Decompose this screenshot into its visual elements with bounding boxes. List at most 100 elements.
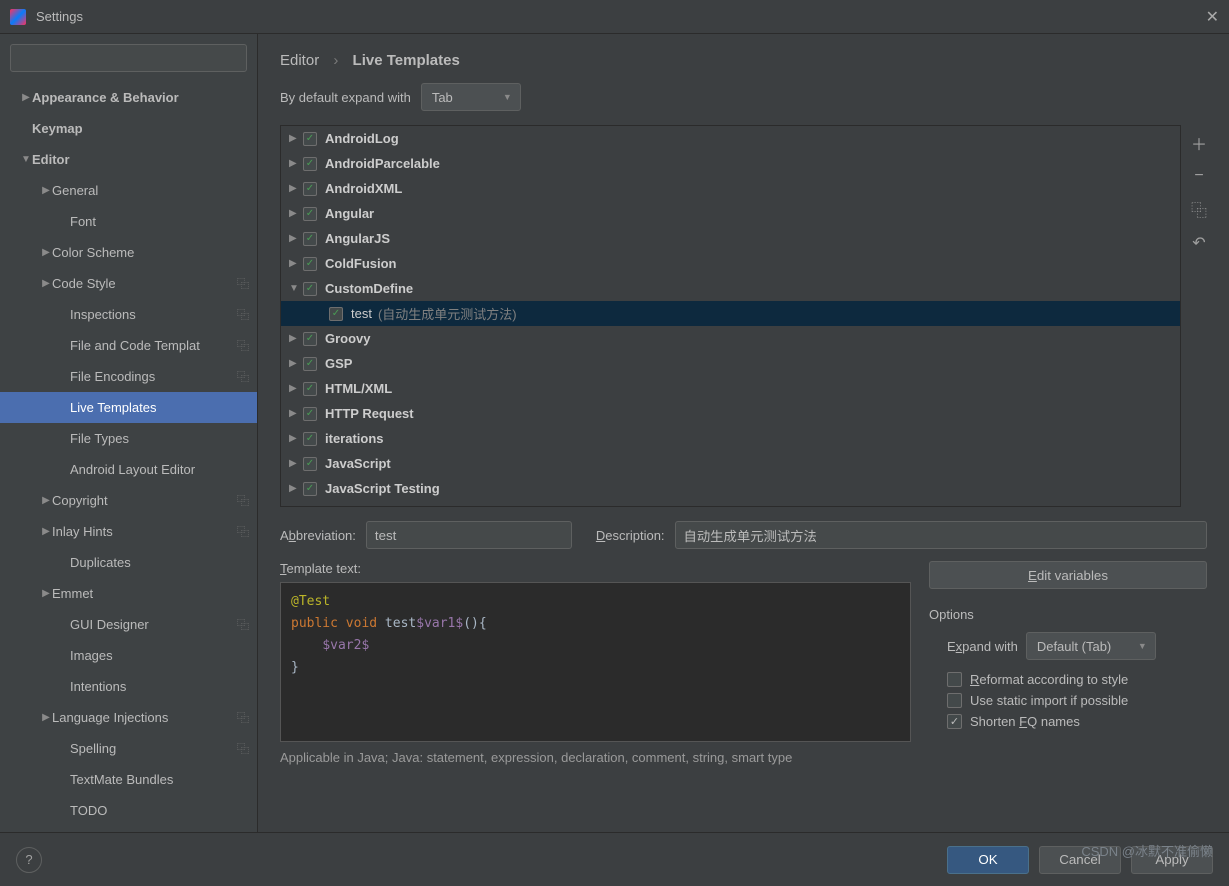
shorten-fq-checkbox[interactable]: ✓ bbox=[947, 714, 962, 729]
sidebar-item-textmate-bundles[interactable]: TextMate Bundles bbox=[0, 764, 257, 795]
template-group-angularjs[interactable]: ▶✓AngularJS bbox=[281, 226, 1180, 251]
template-group-coldfusion[interactable]: ▶✓ColdFusion bbox=[281, 251, 1180, 276]
templates-list[interactable]: ▶✓AndroidLog▶✓AndroidParcelable▶✓Android… bbox=[280, 125, 1181, 507]
scope-icon: ⿻ bbox=[237, 740, 249, 757]
arrow-icon: ▶ bbox=[289, 408, 303, 419]
sidebar-item-file-types[interactable]: File Types bbox=[0, 423, 257, 454]
checkbox[interactable]: ✓ bbox=[303, 257, 317, 271]
template-text-editor[interactable]: @Test public void test$var1$(){ $var2$ } bbox=[280, 582, 911, 742]
sidebar-item-copyright[interactable]: ▶Copyright⿻ bbox=[0, 485, 257, 516]
template-group-javascript[interactable]: ▶✓JavaScript bbox=[281, 451, 1180, 476]
template-group-javascript-testing[interactable]: ▶✓JavaScript Testing bbox=[281, 476, 1180, 501]
checkbox[interactable]: ✓ bbox=[303, 157, 317, 171]
sidebar-item-keymap[interactable]: Keymap bbox=[0, 113, 257, 144]
checkbox[interactable]: ✓ bbox=[303, 432, 317, 446]
template-group-iterations[interactable]: ▶✓iterations bbox=[281, 426, 1180, 451]
app-icon bbox=[10, 9, 26, 25]
template-group-androidlog[interactable]: ▶✓AndroidLog bbox=[281, 126, 1180, 151]
sidebar-item-font[interactable]: Font bbox=[0, 206, 257, 237]
sidebar-item-inspections[interactable]: Inspections⿻ bbox=[0, 299, 257, 330]
sidebar-item-editor[interactable]: ▼Editor bbox=[0, 144, 257, 175]
close-icon[interactable]: ✕ bbox=[1206, 7, 1219, 27]
arrow-icon: ▶ bbox=[289, 333, 303, 344]
template-group-angular[interactable]: ▶✓Angular bbox=[281, 201, 1180, 226]
checkbox[interactable]: ✓ bbox=[303, 232, 317, 246]
copy-icon[interactable]: ⿻ bbox=[1191, 197, 1207, 221]
sidebar-item-file-and-code-templat[interactable]: File and Code Templat⿻ bbox=[0, 330, 257, 361]
checkbox[interactable]: ✓ bbox=[303, 482, 317, 496]
sidebar-item-emmet[interactable]: ▶Emmet bbox=[0, 578, 257, 609]
sidebar-item-images[interactable]: Images bbox=[0, 640, 257, 671]
checkbox[interactable]: ✓ bbox=[303, 407, 317, 421]
chevron-down-icon: ▼ bbox=[503, 92, 512, 102]
applicable-text: Applicable in Java; Java: statement, exp… bbox=[258, 742, 1229, 765]
ok-button[interactable]: OK bbox=[947, 846, 1029, 874]
scope-icon: ⿻ bbox=[237, 523, 249, 540]
reformat-checkbox[interactable] bbox=[947, 672, 962, 687]
apply-button[interactable]: Apply bbox=[1131, 846, 1213, 874]
sidebar-item-appearance-behavior[interactable]: ▶Appearance & Behavior bbox=[0, 82, 257, 113]
scope-icon: ⿻ bbox=[237, 709, 249, 726]
remove-icon[interactable]: − bbox=[1194, 167, 1203, 185]
template-group-http-request[interactable]: ▶✓HTTP Request bbox=[281, 401, 1180, 426]
sidebar-item-code-style[interactable]: ▶Code Style⿻ bbox=[0, 268, 257, 299]
sidebar-item-gui-designer[interactable]: GUI Designer⿻ bbox=[0, 609, 257, 640]
search-input[interactable] bbox=[10, 44, 247, 72]
static-import-checkbox[interactable] bbox=[947, 693, 962, 708]
checkbox[interactable]: ✓ bbox=[329, 307, 343, 321]
arrow-icon: ▶ bbox=[289, 158, 303, 169]
arrow-icon: ▶ bbox=[289, 233, 303, 244]
sidebar-item-intentions[interactable]: Intentions bbox=[0, 671, 257, 702]
arrow-icon: ▶ bbox=[289, 458, 303, 469]
sidebar-item-color-scheme[interactable]: ▶Color Scheme bbox=[0, 237, 257, 268]
sidebar-item-general[interactable]: ▶General bbox=[0, 175, 257, 206]
checkbox[interactable]: ✓ bbox=[303, 382, 317, 396]
cancel-button[interactable]: Cancel bbox=[1039, 846, 1121, 874]
expand-with-combo[interactable]: Default (Tab) ▼ bbox=[1026, 632, 1156, 660]
scope-icon: ⿻ bbox=[237, 368, 249, 385]
template-group-groovy[interactable]: ▶✓Groovy bbox=[281, 326, 1180, 351]
sidebar-item-live-templates[interactable]: Live Templates bbox=[0, 392, 257, 423]
settings-tree[interactable]: ▶Appearance & BehaviorKeymap▼Editor▶Gene… bbox=[0, 78, 257, 832]
checkbox[interactable]: ✓ bbox=[303, 282, 317, 296]
arrow-icon: ▶ bbox=[289, 183, 303, 194]
arrow-icon: ▶ bbox=[40, 185, 52, 196]
template-group-androidparcelable[interactable]: ▶✓AndroidParcelable bbox=[281, 151, 1180, 176]
checkbox[interactable]: ✓ bbox=[303, 207, 317, 221]
expand-default-combo[interactable]: Tab ▼ bbox=[421, 83, 521, 111]
checkbox[interactable]: ✓ bbox=[303, 182, 317, 196]
breadcrumb: Editor › Live Templates bbox=[258, 52, 1229, 83]
checkbox[interactable]: ✓ bbox=[303, 132, 317, 146]
template-group-gsp[interactable]: ▶✓GSP bbox=[281, 351, 1180, 376]
expand-default-label: By default expand with bbox=[280, 90, 411, 105]
sidebar-item-spelling[interactable]: Spelling⿻ bbox=[0, 733, 257, 764]
sidebar-item-inlay-hints[interactable]: ▶Inlay Hints⿻ bbox=[0, 516, 257, 547]
sidebar-item-file-encodings[interactable]: File Encodings⿻ bbox=[0, 361, 257, 392]
sidebar-item-android-layout-editor[interactable]: Android Layout Editor bbox=[0, 454, 257, 485]
sidebar-item-language-injections[interactable]: ▶Language Injections⿻ bbox=[0, 702, 257, 733]
add-icon[interactable]: ＋ bbox=[1191, 131, 1207, 155]
arrow-icon: ▶ bbox=[40, 712, 52, 723]
template-group-customdefine[interactable]: ▼✓CustomDefine bbox=[281, 276, 1180, 301]
breadcrumb-root[interactable]: Editor bbox=[280, 52, 319, 69]
abbrev-input[interactable] bbox=[366, 521, 572, 549]
checkbox[interactable]: ✓ bbox=[303, 332, 317, 346]
expand-with-label: Expand with bbox=[947, 639, 1018, 654]
arrow-icon: ▶ bbox=[289, 258, 303, 269]
edit-variables-button[interactable]: Edit variables bbox=[929, 561, 1207, 589]
shorten-fq-label: Shorten FQ names bbox=[970, 714, 1080, 729]
checkbox[interactable]: ✓ bbox=[303, 457, 317, 471]
desc-input[interactable] bbox=[675, 521, 1207, 549]
sidebar-item-todo[interactable]: TODO bbox=[0, 795, 257, 826]
chevron-down-icon: ▼ bbox=[1138, 641, 1147, 651]
abbrev-label: Abbreviation: bbox=[280, 528, 356, 543]
reformat-label: Reformat according to style bbox=[970, 672, 1128, 687]
template-item-test[interactable]: ✓test(自动生成单元测试方法) bbox=[281, 301, 1180, 326]
dialog-footer: ? OK Cancel Apply bbox=[0, 832, 1229, 886]
template-group-html-xml[interactable]: ▶✓HTML/XML bbox=[281, 376, 1180, 401]
template-group-androidxml[interactable]: ▶✓AndroidXML bbox=[281, 176, 1180, 201]
undo-icon[interactable]: ↶ bbox=[1192, 233, 1205, 253]
checkbox[interactable]: ✓ bbox=[303, 357, 317, 371]
sidebar-item-duplicates[interactable]: Duplicates bbox=[0, 547, 257, 578]
help-button[interactable]: ? bbox=[16, 847, 42, 873]
